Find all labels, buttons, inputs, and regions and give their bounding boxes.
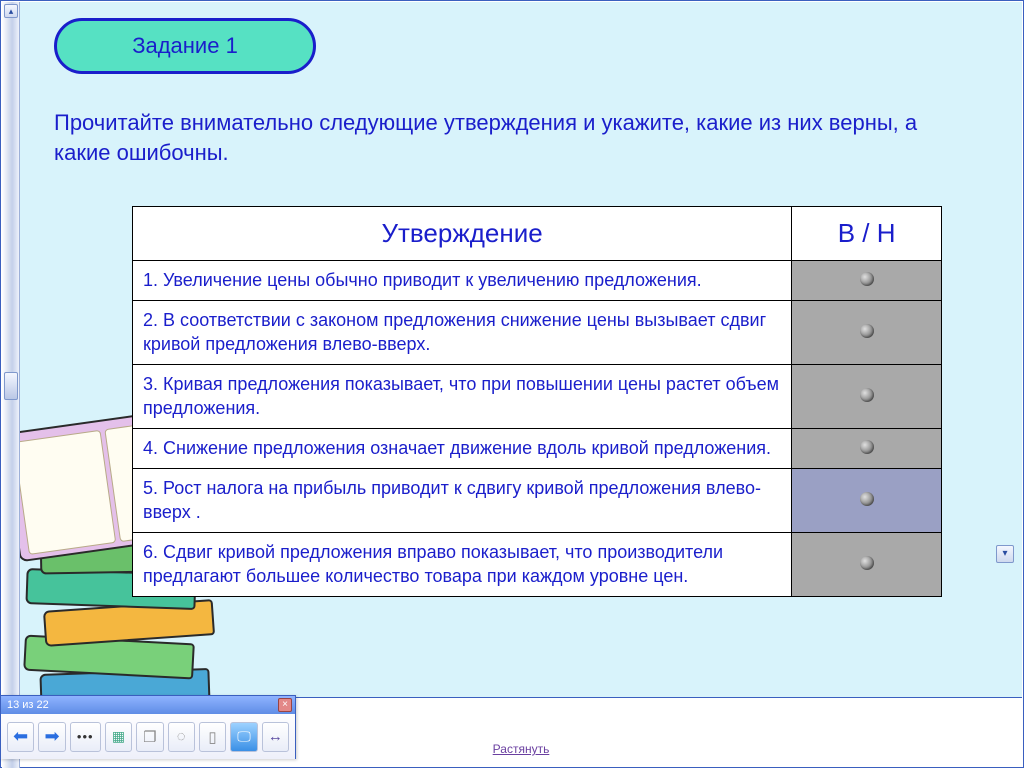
answer-cell[interactable] xyxy=(792,261,942,301)
answer-cell[interactable] xyxy=(792,469,942,533)
answer-cell[interactable] xyxy=(792,533,942,597)
window-mode-button[interactable] xyxy=(136,722,163,752)
table-row: 1. Увеличение цены обычно приводит к уве… xyxy=(133,261,942,301)
navigation-toolbar-window[interactable]: 13 из 22 × xyxy=(0,695,296,759)
statement-text: 2. В соответствии с законом предложения … xyxy=(133,301,792,365)
stretch-link[interactable]: Растянуть xyxy=(493,742,550,756)
next-slide-button[interactable] xyxy=(38,722,65,752)
swap-displays-button[interactable] xyxy=(262,722,289,752)
radio-dot-icon xyxy=(860,388,874,402)
toolbar-titlebar[interactable]: 13 из 22 × xyxy=(1,696,295,714)
radio-dot-icon xyxy=(860,324,874,338)
radio-dot-icon xyxy=(860,556,874,570)
table-row: 3. Кривая предложения показывает, что пр… xyxy=(133,365,942,429)
table-row: 6. Сдвиг кривой предложения вправо показ… xyxy=(133,533,942,597)
header-answer: В / Н xyxy=(792,207,942,261)
task-instruction: Прочитайте внимательно следующие утвержд… xyxy=(54,108,962,167)
radio-dot-icon xyxy=(860,440,874,454)
vertical-scrollbar[interactable]: ▴ xyxy=(2,2,20,768)
table-row: 2. В соответствии с законом предложения … xyxy=(133,301,942,365)
slide-scroll-down-button[interactable]: ▾ xyxy=(996,545,1014,563)
scrollbar-thumb[interactable] xyxy=(4,372,18,400)
toolbar-body xyxy=(1,714,295,759)
statement-text: 1. Увеличение цены обычно приводит к уве… xyxy=(133,261,792,301)
loop-button[interactable] xyxy=(168,722,195,752)
slide-sorter-button[interactable] xyxy=(105,722,132,752)
answer-cell[interactable] xyxy=(792,365,942,429)
statement-text: 6. Сдвиг кривой предложения вправо показ… xyxy=(133,533,792,597)
prev-slide-button[interactable] xyxy=(7,722,34,752)
statements-table: Утверждение В / Н 1. Увеличение цены обы… xyxy=(132,206,942,597)
task-badge-label: Задание 1 xyxy=(132,33,238,59)
presenter-view-button[interactable] xyxy=(230,722,257,752)
more-options-button[interactable] xyxy=(70,722,101,752)
scroll-up-button[interactable]: ▴ xyxy=(4,4,18,18)
answer-cell[interactable] xyxy=(792,301,942,365)
task-badge: Задание 1 xyxy=(54,18,316,74)
header-statement: Утверждение xyxy=(133,207,792,261)
statement-text: 5. Рост налога на прибыль приводит к сдв… xyxy=(133,469,792,533)
pointer-button[interactable] xyxy=(199,722,226,752)
statement-text: 3. Кривая предложения показывает, что пр… xyxy=(133,365,792,429)
statement-text: 4. Снижение предложения означает движени… xyxy=(133,428,792,468)
radio-dot-icon xyxy=(860,492,874,506)
answer-cell[interactable] xyxy=(792,428,942,468)
close-icon[interactable]: × xyxy=(278,698,292,712)
radio-dot-icon xyxy=(860,272,874,286)
table-row: 4. Снижение предложения означает движени… xyxy=(133,428,942,468)
app-frame: ▴ Задание 1 Прочитайте внимательно следу… xyxy=(0,0,1024,768)
slide-canvas: Задание 1 Прочитайте внимательно следующ… xyxy=(20,2,1022,698)
table-row: 5. Рост налога на прибыль приводит к сдв… xyxy=(133,469,942,533)
toolbar-title: 13 из 22 xyxy=(7,696,49,714)
